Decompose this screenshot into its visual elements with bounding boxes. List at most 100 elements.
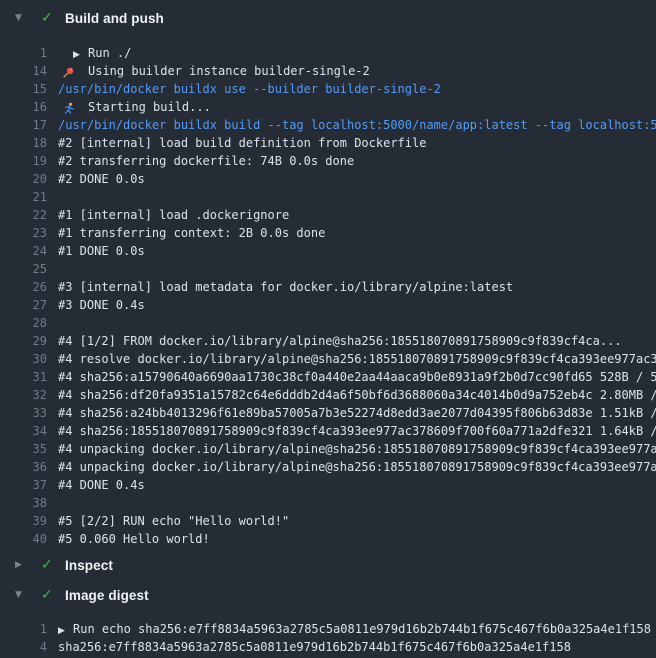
line-number[interactable]: 35 bbox=[0, 440, 47, 458]
log-line: 18 #2 [internal] load build definition fr… bbox=[0, 134, 656, 152]
line-number[interactable]: 24 bbox=[0, 242, 47, 260]
log-line: 37 #4 DONE 0.4s bbox=[0, 476, 656, 494]
line-number[interactable]: 36 bbox=[0, 458, 47, 476]
log-text-content: #3 DONE 0.4s bbox=[58, 298, 145, 312]
log-text-content: #4 sha256:185518070891758909c9f839cf4ca3… bbox=[58, 424, 656, 438]
log-text: sha256:e7ff8834a5963a2785c5a0811e979d16b… bbox=[58, 638, 571, 656]
line-number[interactable]: 32 bbox=[0, 386, 47, 404]
line-number[interactable]: 29 bbox=[0, 332, 47, 350]
section-log-build-and-push: 1 ▶Run ./ 14 Using builder instance builder… bbox=[0, 36, 656, 550]
line-number[interactable]: 27 bbox=[0, 296, 47, 314]
log-text-content: #3 [internal] load metadata for docker.i… bbox=[58, 280, 513, 294]
log-line: 14 Using builder instance builder-single-… bbox=[0, 62, 656, 80]
line-number[interactable]: 33 bbox=[0, 404, 47, 422]
line-number[interactable]: 1 bbox=[0, 44, 47, 62]
log-text: /usr/bin/docker buildx use --builder bui… bbox=[58, 80, 441, 98]
line-number[interactable]: 25 bbox=[0, 260, 47, 278]
log-line: 38 bbox=[0, 494, 656, 512]
log-text: ▶Run ./ bbox=[58, 44, 131, 62]
line-number[interactable]: 18 bbox=[0, 134, 47, 152]
log-text: #2 DONE 0.0s bbox=[58, 170, 145, 188]
log-line: 1 ▶Run echo sha256:e7ff8834a5963a2785c5a0… bbox=[0, 620, 656, 638]
log-text: ▶Run echo sha256:e7ff8834a5963a2785c5a08… bbox=[58, 620, 651, 638]
log-line: 23 #1 transferring context: 2B 0.0s done bbox=[0, 224, 656, 242]
log-line: 29 #4 [1/2] FROM docker.io/library/alpine… bbox=[0, 332, 656, 350]
log-line: 25 bbox=[0, 260, 656, 278]
line-number[interactable]: 34 bbox=[0, 422, 47, 440]
line-number[interactable]: 15 bbox=[0, 80, 47, 98]
line-number[interactable]: 1 bbox=[0, 620, 47, 638]
check-icon: ✓ bbox=[41, 558, 57, 572]
line-number[interactable]: 31 bbox=[0, 368, 47, 386]
log-line: 27 #3 DONE 0.4s bbox=[0, 296, 656, 314]
log-text-content: #1 DONE 0.0s bbox=[58, 244, 145, 258]
log-text: #1 transferring context: 2B 0.0s done bbox=[58, 224, 325, 242]
line-number[interactable]: 22 bbox=[0, 206, 47, 224]
log-line: 36 #4 unpacking docker.io/library/alpine@… bbox=[0, 458, 656, 476]
log-text-content: #5 [2/2] RUN echo "Hello world!" bbox=[58, 514, 289, 528]
line-number[interactable]: 19 bbox=[0, 152, 47, 170]
log-text: #1 DONE 0.0s bbox=[58, 242, 145, 260]
log-text: #4 unpacking docker.io/library/alpine@sh… bbox=[58, 458, 656, 476]
log-text-content: #2 DONE 0.0s bbox=[58, 172, 145, 186]
log-text-content: /usr/bin/docker buildx use --builder bui… bbox=[58, 82, 441, 96]
line-number[interactable]: 16 bbox=[0, 98, 47, 116]
log-text: #2 transferring dockerfile: 74B 0.0s don… bbox=[58, 152, 354, 170]
log-text-content: #4 [1/2] FROM docker.io/library/alpine@s… bbox=[58, 334, 622, 348]
line-number[interactable]: 4 bbox=[0, 638, 47, 656]
log-text: #4 [1/2] FROM docker.io/library/alpine@s… bbox=[58, 332, 622, 350]
line-number[interactable]: 26 bbox=[0, 278, 47, 296]
log-text-content: #1 transferring context: 2B 0.0s done bbox=[58, 226, 325, 240]
line-number[interactable]: 37 bbox=[0, 476, 47, 494]
chevron-down-icon: ▼ bbox=[15, 591, 28, 600]
log-text-content: #1 [internal] load .dockerignore bbox=[58, 208, 289, 222]
line-number[interactable]: 17 bbox=[0, 116, 47, 134]
pushpin-icon bbox=[62, 63, 76, 81]
log-line: 40 #5 0.060 Hello world! bbox=[0, 530, 656, 548]
line-number[interactable]: 21 bbox=[0, 188, 47, 206]
log-text: #2 [internal] load build definition from… bbox=[58, 134, 426, 152]
log-text-content: #2 [internal] load build definition from… bbox=[58, 136, 426, 150]
log-text-content: #4 unpacking docker.io/library/alpine@sh… bbox=[58, 442, 656, 456]
line-number[interactable]: 38 bbox=[0, 494, 47, 512]
log-line: 26 #3 [internal] load metadata for docker… bbox=[0, 278, 656, 296]
section-header-image-digest[interactable]: ▼ ✓ Image digest bbox=[0, 580, 656, 610]
line-number[interactable]: 14 bbox=[0, 62, 47, 80]
log-text-content: #4 sha256:df20fa9351a15782c64e6dddb2d4a6… bbox=[58, 388, 656, 402]
line-number[interactable]: 39 bbox=[0, 512, 47, 530]
log-text: #5 0.060 Hello world! bbox=[58, 530, 210, 548]
section-header-build-and-push[interactable]: ▼✓Build and push bbox=[0, 0, 656, 36]
section-header-inspect[interactable]: ▶✓Inspect bbox=[0, 550, 656, 580]
log-line: 4 sha256:e7ff8834a5963a2785c5a0811e979d16… bbox=[0, 638, 656, 656]
log-line: 16 Starting build... bbox=[0, 98, 656, 116]
line-number[interactable]: 28 bbox=[0, 314, 47, 332]
section-title: Build and push bbox=[65, 11, 164, 26]
line-number[interactable]: 40 bbox=[0, 530, 47, 548]
log-text-content: Using builder instance builder-single-2 bbox=[88, 64, 370, 78]
log-line: 19 #2 transferring dockerfile: 74B 0.0s d… bbox=[0, 152, 656, 170]
log-text: #4 sha256:185518070891758909c9f839cf4ca3… bbox=[58, 422, 656, 440]
log-text: #4 sha256:a15790640a6690aa1730c38cf0a440… bbox=[58, 368, 656, 386]
log-line: 15/usr/bin/docker buildx use --builder b… bbox=[0, 80, 656, 98]
log-line: 33#4 sha256:a24bb4013296f61e89ba57005a7b… bbox=[0, 404, 656, 422]
log-text-content: #4 unpacking docker.io/library/alpine@sh… bbox=[58, 460, 656, 474]
log-line: 30#4 resolve docker.io/library/alpine@sh… bbox=[0, 350, 656, 368]
section-title: Image digest bbox=[65, 588, 149, 603]
line-number[interactable]: 20 bbox=[0, 170, 47, 188]
log-text-content: sha256:e7ff8834a5963a2785c5a0811e979d16b… bbox=[58, 640, 571, 654]
log-line: 35 #4 unpacking docker.io/library/alpine@… bbox=[0, 440, 656, 458]
chevron-down-icon: ▼ bbox=[15, 14, 28, 23]
log-text: /usr/bin/docker buildx build --tag local… bbox=[58, 116, 656, 134]
log-text-content: #4 DONE 0.4s bbox=[58, 478, 145, 492]
log-text: #4 DONE 0.4s bbox=[58, 476, 145, 494]
log-text-content: #2 transferring dockerfile: 74B 0.0s don… bbox=[58, 154, 354, 168]
log-line: 22 #1 [internal] load .dockerignore bbox=[0, 206, 656, 224]
log-text: Using builder instance builder-single-2 bbox=[58, 62, 370, 80]
log-line: 39 #5 [2/2] RUN echo "Hello world!" bbox=[0, 512, 656, 530]
log-line: 34 #4 sha256:185518070891758909c9f839cf4c… bbox=[0, 422, 656, 440]
line-number[interactable]: 30 bbox=[0, 350, 47, 368]
line-number[interactable]: 23 bbox=[0, 224, 47, 242]
check-icon: ✓ bbox=[41, 588, 57, 602]
log-text-content: Starting build... bbox=[88, 100, 211, 114]
log-text: #1 [internal] load .dockerignore bbox=[58, 206, 289, 224]
